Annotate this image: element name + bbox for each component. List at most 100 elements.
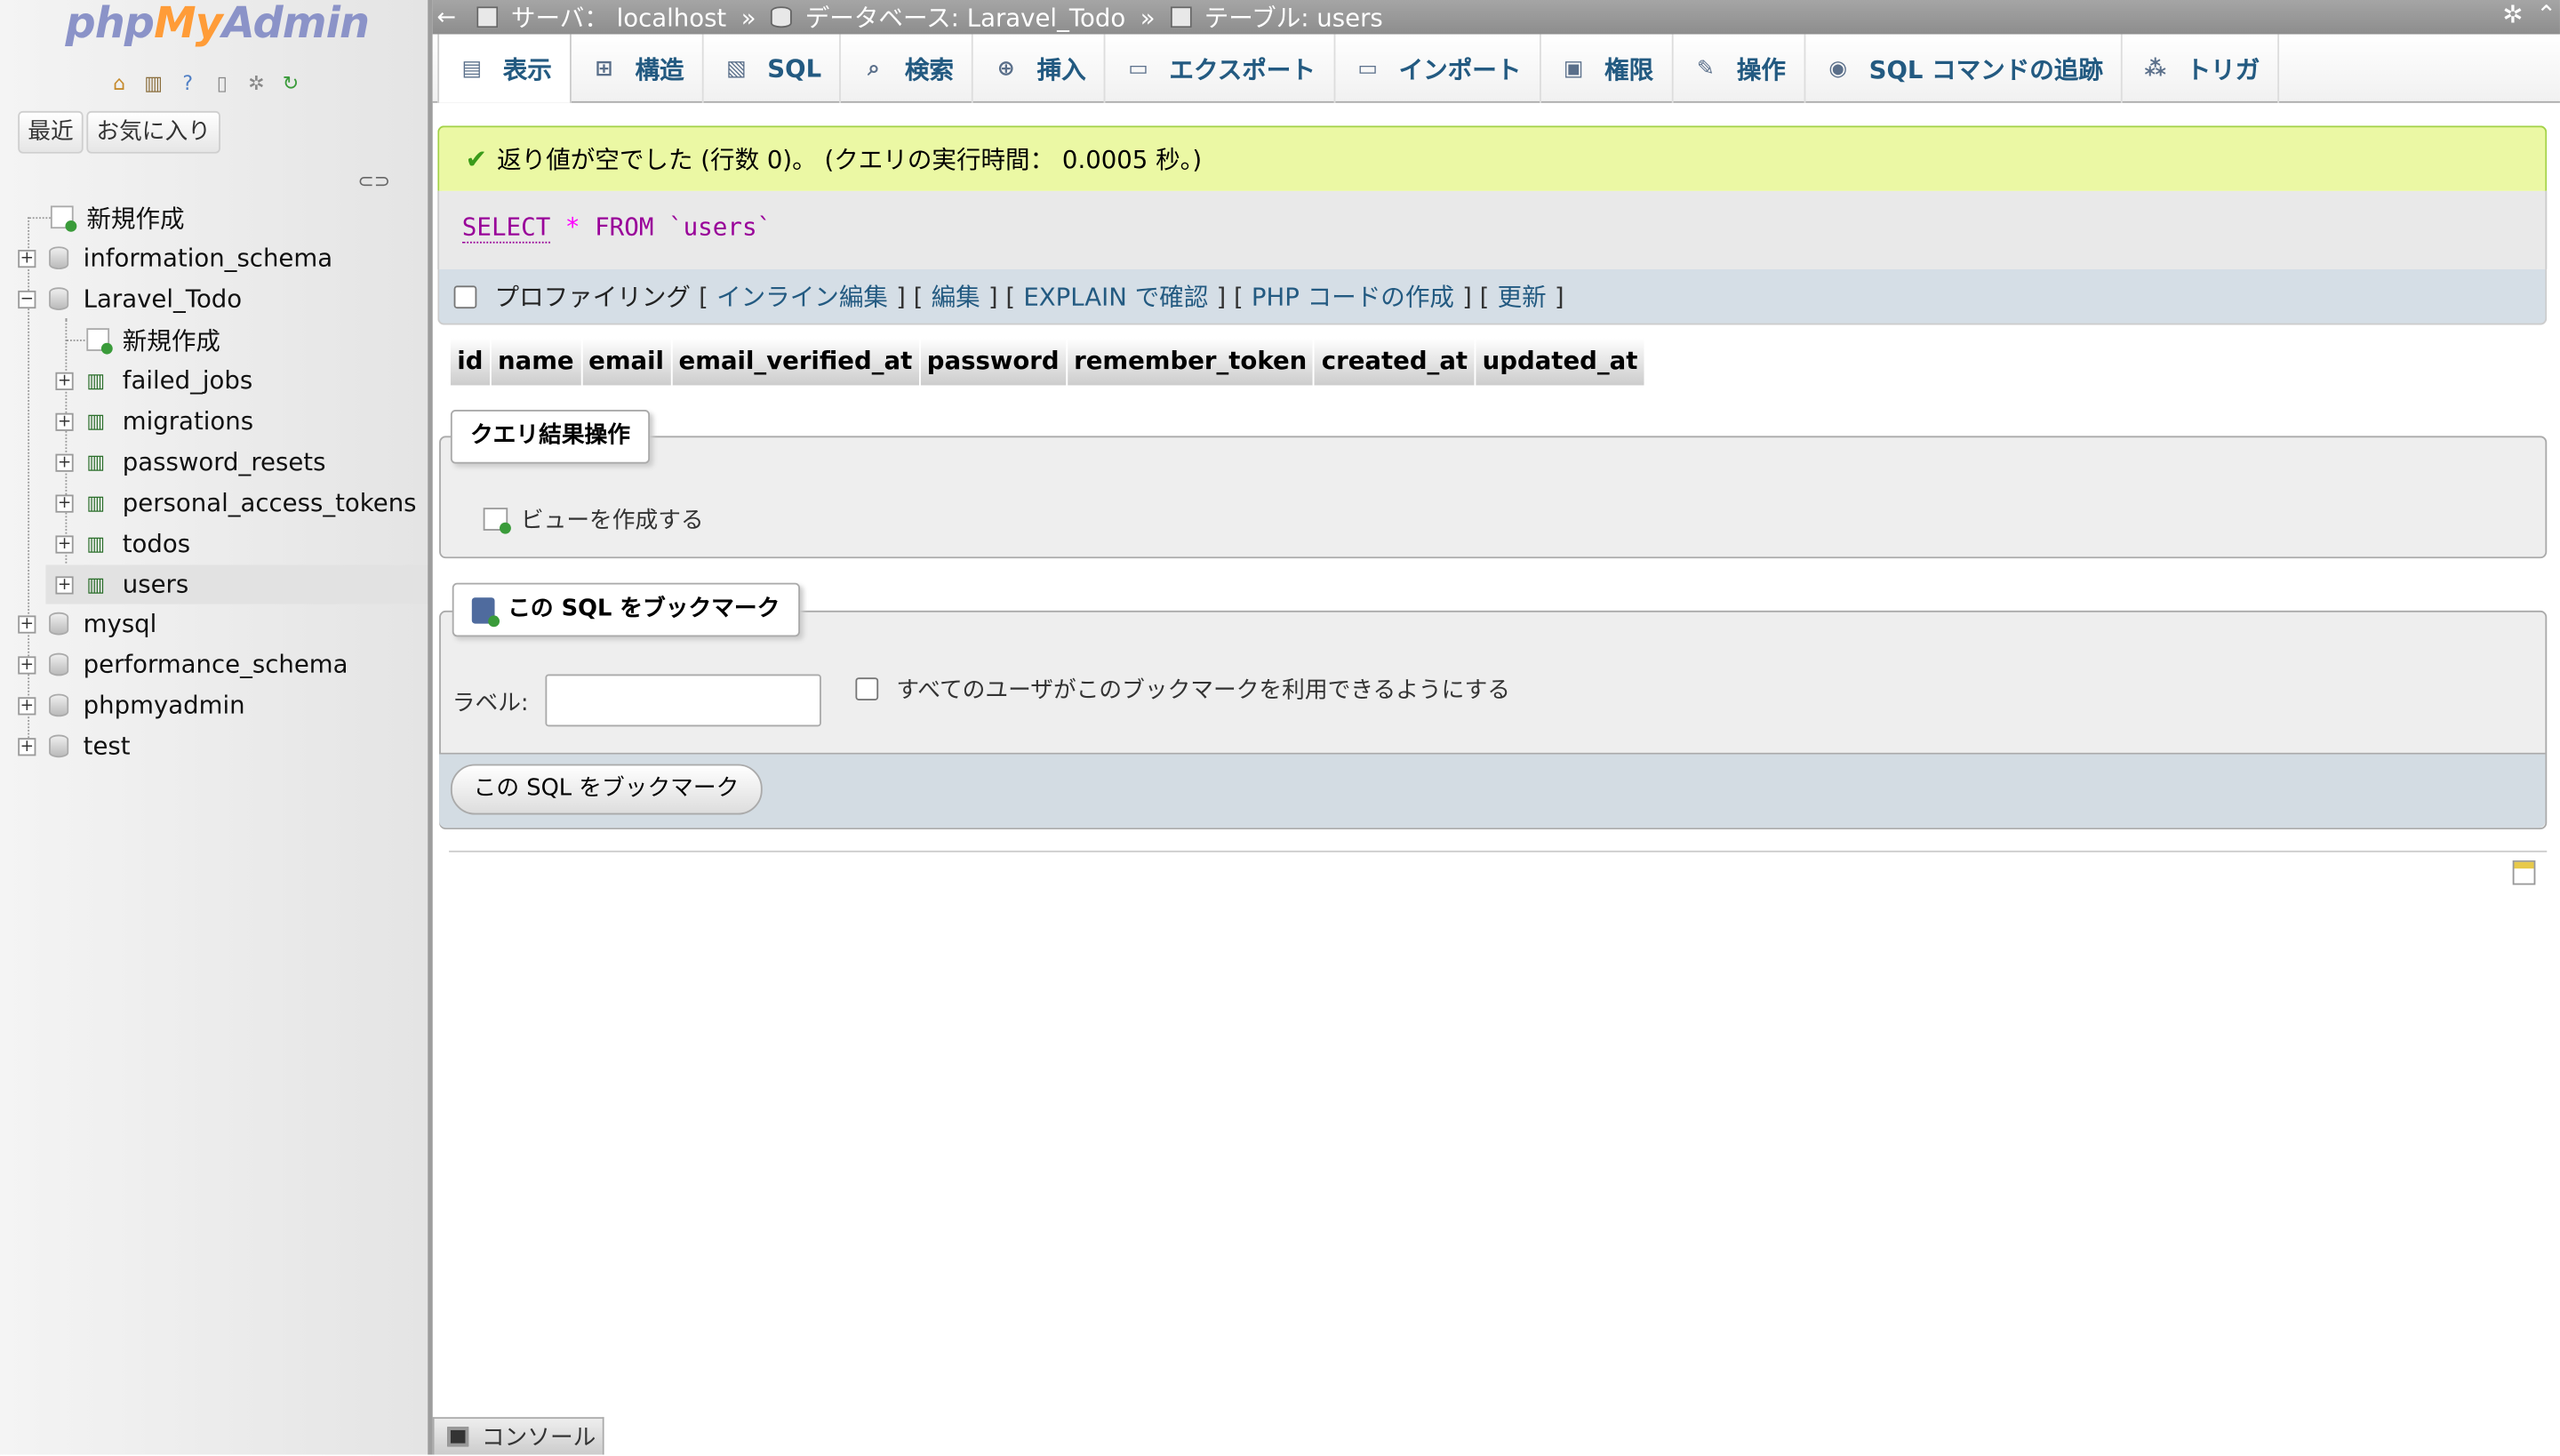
inline-edit-link[interactable]: インライン編集: [716, 279, 888, 314]
tree-item-new[interactable]: 新規作成: [50, 197, 185, 236]
bookmark-legend: この SQL をブックマーク: [452, 582, 800, 637]
explain-link[interactable]: EXPLAIN で確認: [1023, 279, 1208, 314]
expand-icon[interactable]: +: [55, 412, 74, 430]
sql-star: *: [564, 212, 580, 242]
bracket: ] [: [1462, 281, 1490, 311]
bookmark-share-option[interactable]: すべてのユーザがこのブックマークを利用できるようにする: [855, 673, 1510, 706]
tab-structure[interactable]: ⊞ 構造: [572, 34, 704, 103]
tab-label: 検索: [904, 54, 954, 84]
tab-import[interactable]: ▭ インポート: [1335, 34, 1541, 103]
logo-my: My: [154, 0, 223, 50]
column-header-email-verified-at[interactable]: email_verified_at: [672, 338, 921, 386]
export-icon: ▭: [1128, 56, 1148, 81]
tab-insert[interactable]: ⊕ 挿入: [973, 34, 1106, 103]
tree-item-label: todos: [122, 529, 191, 559]
tab-export[interactable]: ▭ エクスポート: [1106, 34, 1335, 103]
tree-connector: [65, 340, 85, 341]
breadcrumb-database-label: データベース: Laravel_Todo: [804, 3, 1126, 33]
tree-item-label: 新規作成: [86, 203, 185, 233]
column-header-remember-token[interactable]: remember_token: [1067, 338, 1316, 386]
phpmyadmin-logo[interactable]: phpMyAdmin: [65, 0, 370, 50]
expand-icon[interactable]: +: [18, 696, 36, 715]
expand-icon[interactable]: +: [18, 614, 36, 633]
query-results-operations: [439, 436, 2548, 559]
breadcrumb-table[interactable]: テーブル: users: [1170, 0, 1383, 35]
console-icon: [447, 1427, 469, 1447]
tree-item-test[interactable]: + test: [18, 726, 131, 765]
check-icon: ✔: [465, 143, 488, 175]
php-code-link[interactable]: PHP コードの作成: [1252, 279, 1454, 314]
expand-icon[interactable]: +: [18, 737, 36, 756]
column-header-id[interactable]: id: [450, 338, 492, 386]
profiling-checkbox[interactable]: [453, 284, 477, 308]
breadcrumb: ← サーバ： localhost » データベース: Laravel_Todo …: [432, 0, 2560, 35]
expand-icon[interactable]: +: [18, 655, 36, 674]
column-header-created-at[interactable]: created_at: [1315, 338, 1476, 386]
tree-item-label: personal_access_tokens: [122, 488, 417, 518]
collapse-icon[interactable]: −: [18, 290, 36, 308]
expand-icon[interactable]: +: [18, 249, 36, 268]
expand-icon[interactable]: +: [55, 493, 74, 512]
expand-icon[interactable]: +: [55, 371, 74, 390]
database-icon: [49, 652, 69, 676]
back-arrow-icon[interactable]: ←: [433, 4, 460, 30]
help-icon[interactable]: ?: [173, 68, 203, 98]
sidebar-resizer[interactable]: [428, 0, 433, 1455]
settings-icon[interactable]: ✲: [242, 68, 271, 98]
topbar-controls: ✲ ⌃: [2502, 0, 2560, 29]
docs-icon[interactable]: ▯: [207, 68, 236, 98]
tree-item-failed-jobs[interactable]: + ▥ failed_jobs: [55, 361, 252, 400]
tree-item-label: users: [122, 570, 189, 600]
tab-sql[interactable]: ▧ SQL: [704, 34, 842, 103]
bookmark-legend-text: この SQL をブックマーク: [508, 596, 780, 622]
logout-icon[interactable]: ▥: [139, 68, 168, 98]
tree-item-new-table[interactable]: 新規作成: [86, 320, 220, 359]
tab-search[interactable]: ⌕ 検索: [841, 34, 973, 103]
home-icon[interactable]: ⌂: [105, 68, 134, 98]
expand-icon[interactable]: +: [55, 534, 74, 553]
reload-icon[interactable]: ↻: [276, 68, 305, 98]
expand-icon[interactable]: +: [55, 452, 74, 471]
tree-item-performance-schema[interactable]: + performance_schema: [18, 644, 348, 684]
column-header-name[interactable]: name: [491, 338, 582, 386]
tree-item-password-resets[interactable]: + ▥ password_resets: [55, 443, 325, 482]
breadcrumb-server[interactable]: サーバ： localhost: [476, 0, 726, 35]
tree-item-todos[interactable]: + ▥ todos: [55, 524, 190, 564]
column-header-updated-at[interactable]: updated_at: [1476, 338, 1646, 386]
link-with-main-panel-icon[interactable]: ⊂⊃: [357, 170, 390, 193]
tab-label: 権限: [1604, 54, 1654, 84]
bookmark-sql-button[interactable]: この SQL をブックマーク: [450, 764, 763, 815]
sql-keyword-select[interactable]: SELECT: [461, 212, 551, 244]
favorites-button[interactable]: お気に入り: [86, 110, 220, 154]
tab-triggers[interactable]: ⁂ トリガ: [2123, 34, 2280, 103]
share-bookmark-checkbox[interactable]: [855, 677, 879, 700]
refresh-link[interactable]: 更新: [1498, 279, 1547, 314]
bookmark-label-input[interactable]: [545, 674, 821, 727]
tab-browse[interactable]: ▤ 表示: [437, 34, 572, 103]
tree-item-mysql[interactable]: + mysql: [18, 604, 156, 644]
collapse-top-icon[interactable]: ⌃: [2536, 0, 2556, 29]
tree-item-users[interactable]: + ▥ users: [45, 564, 428, 604]
tab-operations[interactable]: ✎ 操作: [1673, 34, 1806, 103]
breadcrumb-database[interactable]: データベース: Laravel_Todo: [771, 0, 1125, 35]
tree-item-migrations[interactable]: + ▥ migrations: [55, 402, 253, 441]
print-icon[interactable]: [2512, 860, 2536, 885]
create-view-link[interactable]: ビューを作成する: [483, 503, 704, 536]
breadcrumb-separator: »: [1140, 2, 1156, 32]
tree-item-information-schema[interactable]: + information_schema: [18, 238, 332, 277]
tree-item-personal-access-tokens[interactable]: + ▥ personal_access_tokens: [55, 484, 417, 523]
expand-icon[interactable]: +: [55, 575, 74, 594]
column-header-email[interactable]: email: [581, 338, 673, 386]
tab-label: エクスポート: [1169, 54, 1316, 84]
tree-item-label: 新規作成: [122, 325, 220, 356]
edit-link[interactable]: 編集: [932, 279, 980, 314]
page-settings-icon[interactable]: ✲: [2502, 0, 2523, 29]
tree-item-laravel-todo[interactable]: − Laravel_Todo: [18, 279, 242, 318]
recent-button[interactable]: 最近: [18, 110, 84, 154]
column-header-password[interactable]: password: [920, 338, 1068, 386]
console-toggle[interactable]: コンソール: [432, 1417, 604, 1455]
tab-tracking[interactable]: ◉ SQL コマンドの追跡: [1805, 34, 2123, 103]
tab-privileges[interactable]: ▣ 権限: [1540, 34, 1674, 103]
bracket: ]: [1554, 281, 1564, 311]
tree-item-phpmyadmin[interactable]: + phpmyadmin: [18, 685, 245, 724]
